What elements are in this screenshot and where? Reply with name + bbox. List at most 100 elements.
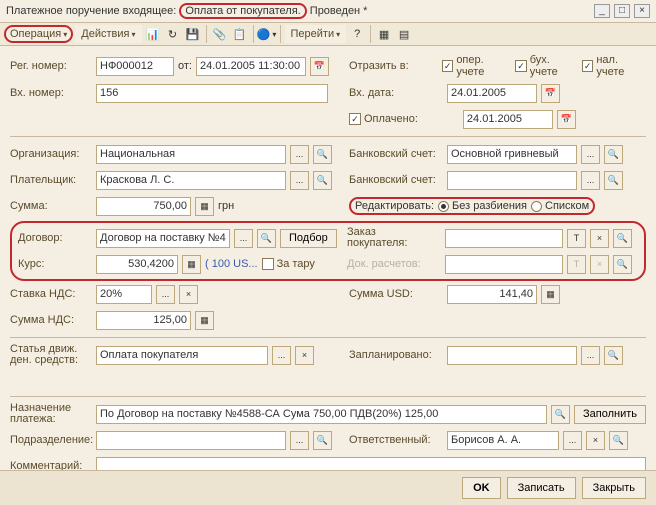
rate-field[interactable] [96,255,178,274]
reg-no-field[interactable] [96,57,174,76]
in-no-field[interactable] [96,84,328,103]
actions-menu[interactable]: Действия [75,25,141,43]
article-select-button[interactable]: ... [272,346,291,365]
order-t-button[interactable]: T [567,229,586,248]
radio-list[interactable]: Списком [531,200,589,212]
reg-date-field[interactable] [196,57,306,76]
order-clear-button[interactable]: × [590,229,609,248]
article-field[interactable] [96,346,268,365]
check-nal[interactable]: ✓нал. учете [582,54,646,78]
sort-icon[interactable]: 📊 [144,25,162,43]
payer-select-button[interactable]: ... [290,171,309,190]
payer-search-icon[interactable]: 🔍 [313,171,332,190]
title-bar: Платежное поручение входящее: Оплата от … [0,0,656,23]
maximize-button[interactable]: □ [614,4,630,18]
sum-usd-field[interactable] [447,285,537,304]
ok-button[interactable]: OK [462,477,501,499]
select-button[interactable]: Подбор [280,229,337,248]
planned-search-icon[interactable]: 🔍 [604,346,623,365]
contract-select-button[interactable]: ... [234,229,253,248]
calendar-icon[interactable]: 📅 [310,57,329,76]
refresh-icon[interactable]: ↻ [164,25,182,43]
bank1-field[interactable] [447,145,577,164]
check-tare[interactable]: За тару [262,258,315,270]
close-form-button[interactable]: Закрыть [582,477,646,499]
resp-search-icon[interactable]: 🔍 [609,431,628,450]
operation-menu[interactable]: Операция [4,25,73,43]
contract-search-icon[interactable]: 🔍 [257,229,276,248]
close-button[interactable]: × [634,4,650,18]
sum-field[interactable] [96,197,191,216]
fill-button[interactable]: Заполнить [574,405,646,424]
radio-without[interactable]: Без разбиения [438,200,527,212]
dept-search-icon[interactable]: 🔍 [313,431,332,450]
title-prefix: Платежное поручение входящее: [6,5,176,17]
label-vat-rate: Ставка НДС: [10,288,92,300]
contract-field[interactable] [96,229,230,248]
calc-icon[interactable]: ▦ [195,197,214,216]
calendar-icon-2[interactable]: 📅 [541,84,560,103]
minimize-button[interactable]: _ [594,4,610,18]
bank2-select-button[interactable]: ... [581,171,600,190]
edit-mode-highlight: Редактировать: Без разбиения Списком [349,197,595,215]
in-date-field[interactable] [447,84,537,103]
label-contract: Договор: [18,232,92,244]
article-clear-button[interactable]: × [295,346,314,365]
paid-date-field[interactable] [463,110,553,129]
check-paid[interactable]: ✓Оплачено: [349,113,418,125]
check-oper[interactable]: ✓опер. учете [442,54,511,78]
label-in-date: Вх. дата: [349,87,443,99]
resp-clear-button[interactable]: × [586,431,605,450]
sum-usd-calc-icon[interactable]: ▦ [541,285,560,304]
label-sum-usd: Сумма USD: [349,288,443,300]
label-org: Организация: [10,148,92,160]
purpose-field[interactable] [96,405,547,424]
list1-icon[interactable]: ▦ [375,25,393,43]
order-field[interactable] [445,229,563,248]
label-docr: Док. расчетов: [347,259,441,270]
check-buh[interactable]: ✓бух. учете [515,54,578,78]
payer-field[interactable] [96,171,286,190]
toolbar: Операция Действия 📊 ↻ 💾 📎 📋 🔵 Перейти ? … [0,23,656,46]
bank1-search-icon[interactable]: 🔍 [604,145,623,164]
label-vat-sum: Сумма НДС: [10,314,92,326]
vat-sum-field[interactable] [96,311,191,330]
order-search-icon[interactable]: 🔍 [613,229,632,248]
rate-hint-link[interactable]: ( 100 US... [205,258,258,270]
contract-group-highlight: Договор: ... 🔍 Подбор Заказпокупателя: T… [10,221,646,281]
label-reflect: Отразить в: [349,60,438,72]
planned-select-button[interactable]: ... [581,346,600,365]
footer-bar: OK Записать Закрыть [0,470,656,505]
dept-field[interactable] [96,431,286,450]
label-order: Заказпокупателя: [347,227,441,249]
tag1-icon[interactable]: 📎 [211,25,229,43]
rate-calc-icon[interactable]: ▦ [182,255,201,274]
bank1-select-button[interactable]: ... [581,145,600,164]
planned-field[interactable] [447,346,577,365]
resp-select-button[interactable]: ... [563,431,582,450]
org-search-icon[interactable]: 🔍 [313,145,332,164]
bank2-field[interactable] [447,171,577,190]
docr-field [445,255,563,274]
vat-rate-select-button[interactable]: ... [156,285,175,304]
tag2-icon[interactable]: 📋 [231,25,249,43]
vat-sum-calc-icon[interactable]: ▦ [195,311,214,330]
resp-field[interactable] [447,431,559,450]
bank2-search-icon[interactable]: 🔍 [604,171,623,190]
go-menu[interactable]: Перейти [285,25,347,43]
save-button[interactable]: Записать [507,477,576,499]
dept-select-button[interactable]: ... [290,431,309,450]
vat-rate-clear-button[interactable]: × [179,285,198,304]
purpose-search-icon[interactable]: 🔍 [551,405,570,424]
label-dept: Подразделение: [10,434,92,446]
currency-label: грн [218,200,234,212]
calendar-icon-3[interactable]: 📅 [557,110,576,129]
mode-icon[interactable]: 🔵 [258,25,276,43]
help-icon[interactable]: ? [348,25,366,43]
save-icon[interactable]: 💾 [184,25,202,43]
label-edit: Редактировать: [355,200,434,212]
vat-rate-field[interactable] [96,285,152,304]
list2-icon[interactable]: ▤ [395,25,413,43]
org-select-button[interactable]: ... [290,145,309,164]
org-field[interactable] [96,145,286,164]
